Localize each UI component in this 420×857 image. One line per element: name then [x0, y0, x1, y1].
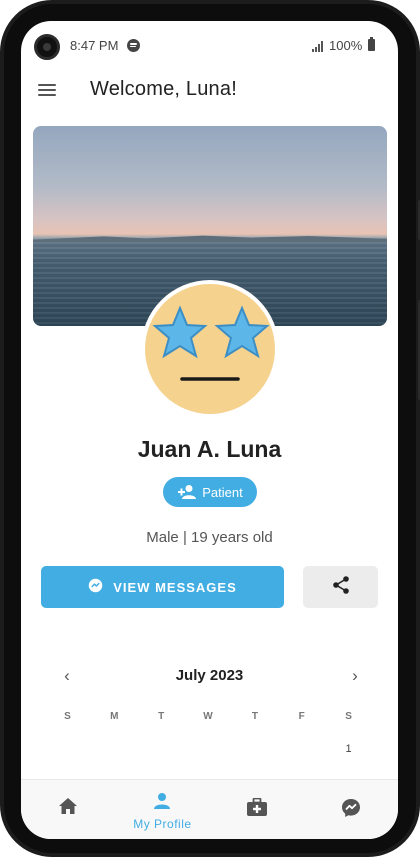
nav-my-profile[interactable]: My Profile [115, 780, 209, 839]
calendar-month: July 2023 [175, 667, 244, 684]
home-icon [59, 798, 78, 819]
nav-medical[interactable] [210, 780, 304, 839]
user-info: Male | 19 years old [146, 529, 273, 546]
screen: 8:47 PM 100% Welcome, Luna! Juan A. Luna… [21, 21, 398, 839]
weekday-label: M [110, 711, 119, 722]
calendar-day[interactable] [278, 743, 325, 761]
page-title: Welcome, Luna! [90, 78, 237, 100]
weekday-label: S [64, 711, 71, 722]
share-icon [331, 575, 351, 600]
app-bar: Welcome, Luna! [21, 71, 398, 111]
messenger-icon [88, 578, 103, 596]
star-eyes-emoji-icon [145, 284, 275, 414]
person-icon [153, 792, 171, 815]
nav-messages[interactable] [304, 780, 398, 839]
calendar-weekdays: S M T W T F S [44, 711, 372, 727]
view-messages-label: VIEW MESSAGES [113, 579, 237, 595]
camera-cutout [34, 34, 60, 60]
calendar-day[interactable] [231, 743, 278, 761]
medical-bag-icon [246, 797, 267, 821]
role-badge: Patient [163, 477, 257, 507]
battery-icon [368, 37, 375, 51]
nav-home[interactable] [21, 780, 115, 839]
weekday-label: W [203, 711, 213, 722]
calendar-day[interactable] [185, 743, 232, 761]
avatar [141, 280, 279, 418]
status-bar: 8:47 PM 100% [21, 21, 398, 71]
calendar-day[interactable]: 1 [325, 743, 372, 761]
calendar-day[interactable] [91, 743, 138, 761]
calendar-day[interactable] [138, 743, 185, 761]
phone-frame: 8:47 PM 100% Welcome, Luna! Juan A. Luna… [0, 0, 420, 857]
role-label: Patient [202, 484, 243, 500]
signal-icon [312, 41, 324, 52]
calendar-day[interactable] [44, 743, 91, 761]
view-messages-button[interactable]: VIEW MESSAGES [41, 566, 284, 608]
weekday-label: T [158, 711, 165, 722]
nav-my-profile-label: My Profile [133, 817, 192, 831]
battery-percent: 100% [329, 38, 363, 53]
bottom-nav: My Profile [21, 779, 398, 839]
weekday-label: F [298, 711, 305, 722]
menu-icon[interactable] [38, 82, 58, 98]
spotify-icon [127, 39, 140, 52]
calendar-week-row: 1 [44, 743, 372, 761]
chevron-right-icon[interactable]: › [345, 666, 365, 688]
status-time: 8:47 PM [70, 38, 119, 53]
user-name: Juan A. Luna [137, 436, 282, 462]
weekday-label: T [251, 711, 258, 722]
share-button[interactable] [303, 566, 378, 608]
calendar-header: ‹ July 2023 › [21, 666, 398, 690]
messenger-icon [341, 798, 361, 823]
weekday-label: S [345, 711, 352, 722]
person-add-icon [177, 484, 197, 500]
